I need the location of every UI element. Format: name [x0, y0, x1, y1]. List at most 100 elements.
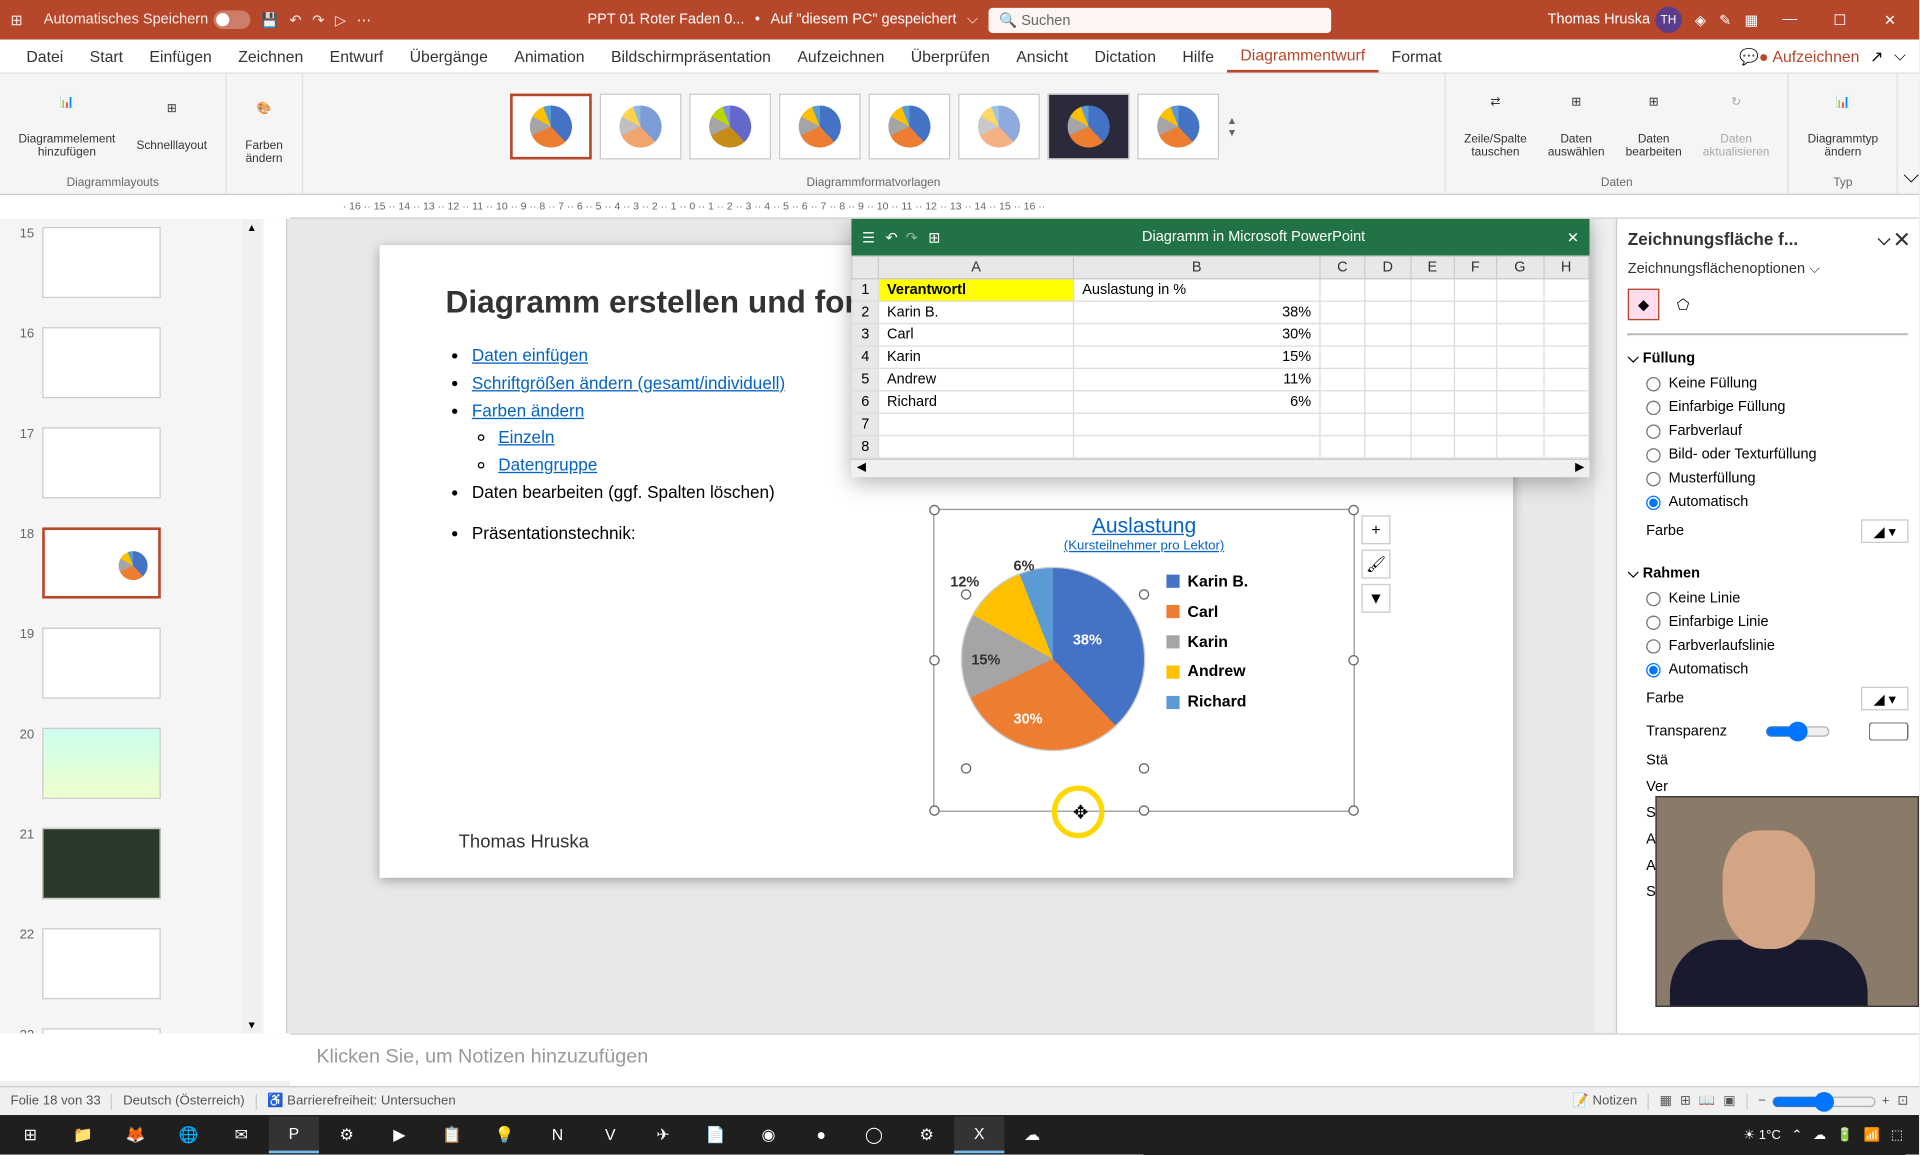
- pen-icon[interactable]: ✎: [1719, 11, 1731, 28]
- thumb-22[interactable]: 22: [0, 920, 264, 1020]
- chart-style-3[interactable]: [689, 93, 771, 159]
- quick-layout-button[interactable]: ⊞Schnelllayout: [129, 98, 215, 153]
- add-chart-element-button[interactable]: 📊Diagrammelement hinzufügen: [11, 92, 124, 161]
- excel-undo-icon[interactable]: ↶: [886, 229, 898, 246]
- fill-opt-0[interactable]: Keine Füllung: [1628, 372, 1909, 396]
- change-colors-button[interactable]: 🎨Farben ändern: [237, 98, 290, 167]
- thumb-17[interactable]: 17: [0, 419, 264, 519]
- thumb-16[interactable]: 16: [0, 319, 264, 419]
- excel-menu-icon[interactable]: ☰: [862, 229, 875, 246]
- thumb-19[interactable]: 19: [0, 619, 264, 719]
- tab-start[interactable]: Start: [76, 42, 136, 71]
- chart-style-1[interactable]: [510, 93, 592, 159]
- line-opt-0[interactable]: Keine Linie: [1628, 587, 1909, 611]
- line-opt-2[interactable]: Farbverlaufslinie: [1628, 634, 1909, 658]
- normal-view-icon[interactable]: ▦: [1660, 1094, 1672, 1108]
- line-section-header[interactable]: ⌵ Rahmen: [1628, 561, 1909, 586]
- app-icon-6[interactable]: ◉: [743, 1116, 793, 1153]
- onenote-icon[interactable]: N: [532, 1116, 582, 1153]
- minimize-button[interactable]: —: [1771, 7, 1808, 33]
- excel-redo-icon[interactable]: ↷: [906, 229, 918, 246]
- chart-legend[interactable]: Karin B. Carl Karin Andrew Richard: [1166, 567, 1248, 752]
- app-icon-2[interactable]: 📋: [427, 1116, 477, 1153]
- collapse-ribbon-icon[interactable]: ⌵: [1903, 165, 1919, 189]
- thumb-18[interactable]: 18: [0, 519, 264, 619]
- edit-data-button[interactable]: ⊞Daten bearbeiten: [1618, 92, 1690, 161]
- tab-zeichnen[interactable]: Zeichnen: [225, 42, 316, 71]
- chart-style-8[interactable]: [1137, 93, 1219, 159]
- app-icon-8[interactable]: ◯: [849, 1116, 899, 1153]
- tab-einfuegen[interactable]: Einfügen: [136, 42, 225, 71]
- tab-diagrammentwurf[interactable]: Diagrammentwurf: [1227, 40, 1378, 72]
- telegram-icon[interactable]: ✈: [638, 1116, 688, 1153]
- tab-bildschirm[interactable]: Bildschirmpräsentation: [598, 42, 784, 71]
- thumb-23[interactable]: 23: [0, 1020, 264, 1033]
- reading-view-icon[interactable]: 📖: [1699, 1094, 1715, 1108]
- fill-section-header[interactable]: ⌵ Füllung: [1628, 347, 1909, 372]
- powerpoint-icon[interactable]: P: [269, 1116, 319, 1153]
- fit-to-window-icon[interactable]: ⊡: [1897, 1094, 1908, 1108]
- tab-hilfe[interactable]: Hilfe: [1169, 42, 1227, 71]
- accessibility-check[interactable]: ♿ Barrierefreiheit: Untersuchen: [267, 1094, 456, 1108]
- thumb-scrollbar[interactable]: ▲▼: [243, 219, 261, 1034]
- tab-entwurf[interactable]: Entwurf: [316, 42, 396, 71]
- collapse-ribbon-icon[interactable]: ⌵: [1894, 46, 1906, 66]
- tray-chevron-icon[interactable]: ⌃: [1791, 1128, 1802, 1142]
- switch-row-col-button[interactable]: ⇄Zeile/Spalte tauschen: [1456, 92, 1534, 161]
- bullet-1[interactable]: Daten einfügen: [472, 345, 588, 365]
- select-data-button[interactable]: ⊞Daten auswählen: [1540, 92, 1613, 161]
- fill-line-tab-icon[interactable]: ◆: [1628, 289, 1660, 321]
- chart-plus-button[interactable]: +: [1361, 515, 1390, 544]
- fill-color-button[interactable]: ◢ ▾: [1861, 519, 1908, 543]
- chrome-icon[interactable]: 🌐: [163, 1116, 213, 1153]
- notes-pane[interactable]: Klicken Sie, um Notizen hinzuzufügen: [290, 1033, 1919, 1086]
- chart-object[interactable]: Auslastung (Kursteilnehmer pro Lektor) 3…: [933, 509, 1355, 812]
- language-indicator[interactable]: Deutsch (Österreich): [123, 1094, 245, 1108]
- search-input[interactable]: 🔍 Suchen: [989, 7, 1332, 32]
- bullet-3b[interactable]: Datengruppe: [498, 455, 597, 475]
- chevron-down-icon[interactable]: ⌵: [967, 11, 978, 28]
- line-color-button[interactable]: ◢ ▾: [1861, 687, 1908, 711]
- thumb-20[interactable]: 20: [0, 720, 264, 820]
- tab-uebergaenge[interactable]: Übergänge: [396, 42, 501, 71]
- fill-opt-5[interactable]: Automatisch: [1628, 490, 1909, 514]
- weather-widget[interactable]: ☀ 1°C: [1743, 1128, 1781, 1142]
- explorer-icon[interactable]: 📁: [58, 1116, 108, 1153]
- more-icon[interactable]: ⋯: [357, 11, 371, 28]
- redo-icon[interactable]: ↷: [312, 11, 324, 28]
- chart-title[interactable]: Auslastung: [934, 510, 1353, 539]
- app-icon-5[interactable]: 📄: [691, 1116, 741, 1153]
- line-opt-3[interactable]: Automatisch: [1628, 658, 1909, 682]
- excel-grid-icon[interactable]: ⊞: [928, 229, 940, 246]
- user-account[interactable]: Thomas Hruska TH: [1548, 7, 1682, 33]
- chart-style-6[interactable]: [958, 93, 1040, 159]
- from-start-icon[interactable]: ▷: [335, 11, 346, 28]
- tab-ueberpruefen[interactable]: Überprüfen: [898, 42, 1004, 71]
- format-pane-close-icon[interactable]: ✕: [1895, 229, 1908, 249]
- format-options-dropdown[interactable]: Zeichnungsflächenoptionen ⌵: [1628, 261, 1909, 278]
- wifi-icon[interactable]: 📶: [1864, 1128, 1880, 1142]
- excel-close-icon[interactable]: ✕: [1567, 229, 1579, 246]
- chart-style-2[interactable]: [599, 93, 681, 159]
- slideshow-view-icon[interactable]: ▣: [1723, 1094, 1735, 1108]
- tab-format[interactable]: Format: [1378, 42, 1454, 71]
- transparency-slider[interactable]: [1765, 721, 1831, 742]
- comments-icon[interactable]: 💬: [1739, 47, 1759, 65]
- bullet-3[interactable]: Farben ändern: [472, 400, 584, 420]
- tray-app-icon[interactable]: ⬚: [1891, 1128, 1903, 1142]
- chart-style-7[interactable]: [1048, 93, 1130, 159]
- tab-aufzeichnen[interactable]: Aufzeichnen: [784, 42, 897, 71]
- app-icon-4[interactable]: V: [585, 1116, 635, 1153]
- autosave-toggle[interactable]: Automatisches Speichern: [44, 11, 251, 29]
- chart-style-4[interactable]: [779, 93, 861, 159]
- save-icon[interactable]: 💾: [261, 11, 279, 28]
- app-icon-1[interactable]: ⚙: [322, 1116, 372, 1153]
- transparency-input[interactable]: [1869, 722, 1909, 740]
- thumb-21[interactable]: 21: [0, 820, 264, 920]
- start-button[interactable]: ⊞: [5, 1116, 55, 1153]
- app-icon-7[interactable]: ●: [796, 1116, 846, 1153]
- tab-datei[interactable]: Datei: [13, 42, 76, 71]
- record-button[interactable]: Aufzeichnen: [1759, 47, 1860, 65]
- bullet-2[interactable]: Schriftgrößen ändern (gesamt/individuell…: [472, 373, 785, 393]
- diamond-icon[interactable]: ◈: [1695, 11, 1706, 28]
